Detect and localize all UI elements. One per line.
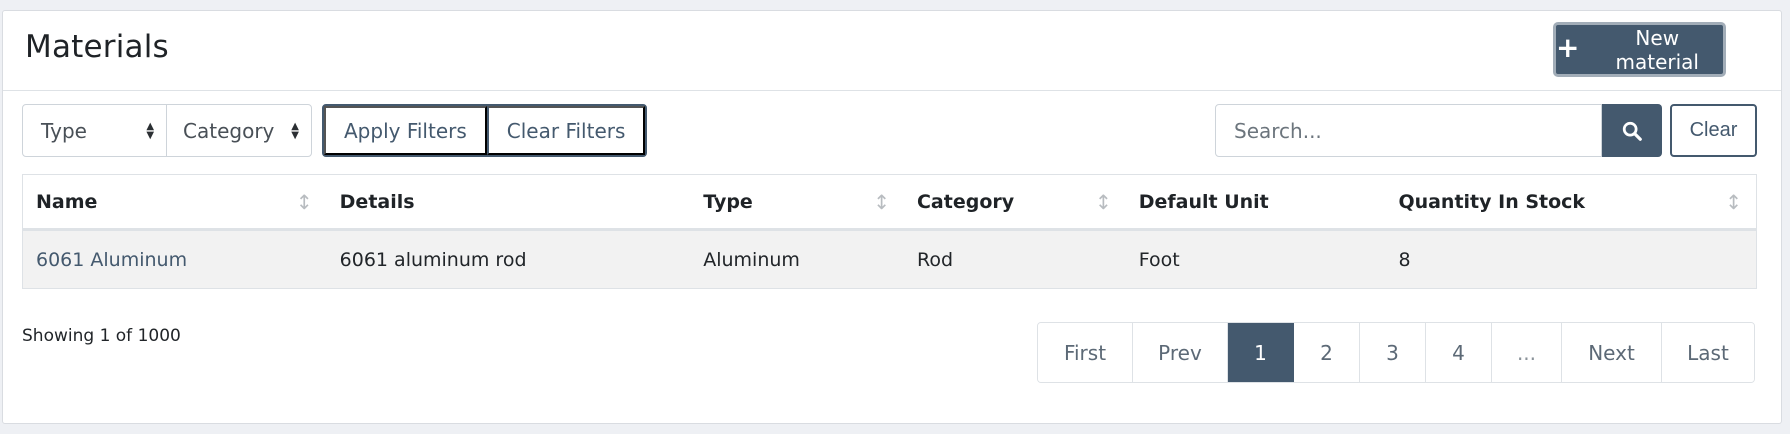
page-3[interactable]: 3 — [1360, 323, 1426, 382]
new-material-label: New material — [1615, 25, 1699, 74]
column-header-default-unit: Default Unit — [1126, 175, 1386, 228]
column-label: Name — [36, 190, 98, 213]
table-row: 6061 Aluminum 6061 aluminum rod Aluminum… — [23, 231, 1756, 288]
category-select-value: Category — [183, 118, 275, 143]
column-header-category[interactable]: Category ↕ — [904, 175, 1126, 228]
cell-default-unit: Foot — [1138, 248, 1180, 271]
filter-selects: Type ▲ ▼ Category ▲ ▼ — [22, 104, 312, 157]
category-select[interactable]: Category ▲ ▼ — [167, 105, 311, 156]
table-header: Name ↕ Details Type ↕ Category ↕ Default… — [23, 175, 1756, 231]
cell-type: Aluminum — [703, 248, 800, 271]
page-last[interactable]: Last — [1662, 323, 1754, 382]
column-header-details: Details — [327, 175, 691, 228]
column-header-quantity[interactable]: Quantity In Stock ↕ — [1385, 175, 1756, 228]
column-label: Quantity In Stock — [1398, 190, 1586, 213]
select-caret-icon: ▲ ▼ — [291, 120, 299, 141]
sort-icon: ↕ — [1094, 189, 1112, 214]
filter-button-group: Apply Filters Clear Filters — [322, 104, 648, 157]
page-title: Materials — [25, 29, 169, 65]
search-button[interactable] — [1602, 104, 1662, 157]
cell-name: 6061 Aluminum — [23, 231, 327, 288]
clear-search-button[interactable]: Clear — [1670, 104, 1757, 157]
column-header-name[interactable]: Name ↕ — [23, 175, 327, 228]
type-select-value: Type — [41, 118, 87, 143]
search-icon — [1622, 121, 1642, 141]
page-2[interactable]: 2 — [1294, 323, 1360, 382]
cell-quantity: 8 — [1398, 248, 1411, 271]
column-label: Category — [916, 190, 1015, 213]
page-next[interactable]: Next — [1562, 323, 1662, 382]
cell-details: 6061 aluminum rod — [339, 248, 527, 271]
column-label: Type — [703, 190, 753, 213]
sort-icon: ↕ — [295, 189, 313, 214]
material-link[interactable]: 6061 Aluminum — [36, 249, 187, 271]
pagination: First Prev 1 2 3 4 ... Next Last — [1037, 322, 1755, 383]
page-first[interactable]: First — [1038, 323, 1133, 382]
card-header: Materials + New material — [3, 11, 1781, 91]
plus-icon: + — [1556, 31, 1580, 64]
new-material-button[interactable]: + New material — [1553, 22, 1726, 77]
page-1[interactable]: 1 — [1228, 323, 1294, 382]
column-header-type[interactable]: Type ↕ — [690, 175, 904, 228]
materials-table: Name ↕ Details Type ↕ Category ↕ Default… — [22, 174, 1757, 289]
sort-icon: ↕ — [1725, 189, 1742, 214]
search-input[interactable] — [1215, 104, 1602, 157]
sort-icon: ↕ — [873, 189, 890, 214]
page-ellipsis: ... — [1492, 323, 1562, 382]
type-select[interactable]: Type ▲ ▼ — [23, 105, 168, 156]
column-label: Default Unit — [1138, 190, 1269, 213]
apply-filters-button[interactable]: Apply Filters — [324, 106, 487, 155]
cell-category: Rod — [916, 248, 954, 271]
select-caret-icon: ▲ ▼ — [146, 120, 155, 141]
clear-filters-button[interactable]: Clear Filters — [486, 106, 646, 155]
page-prev[interactable]: Prev — [1133, 323, 1228, 382]
column-label: Details — [339, 190, 415, 213]
showing-count: Showing 1 of 1000 — [22, 326, 181, 346]
page-4[interactable]: 4 — [1426, 323, 1492, 382]
